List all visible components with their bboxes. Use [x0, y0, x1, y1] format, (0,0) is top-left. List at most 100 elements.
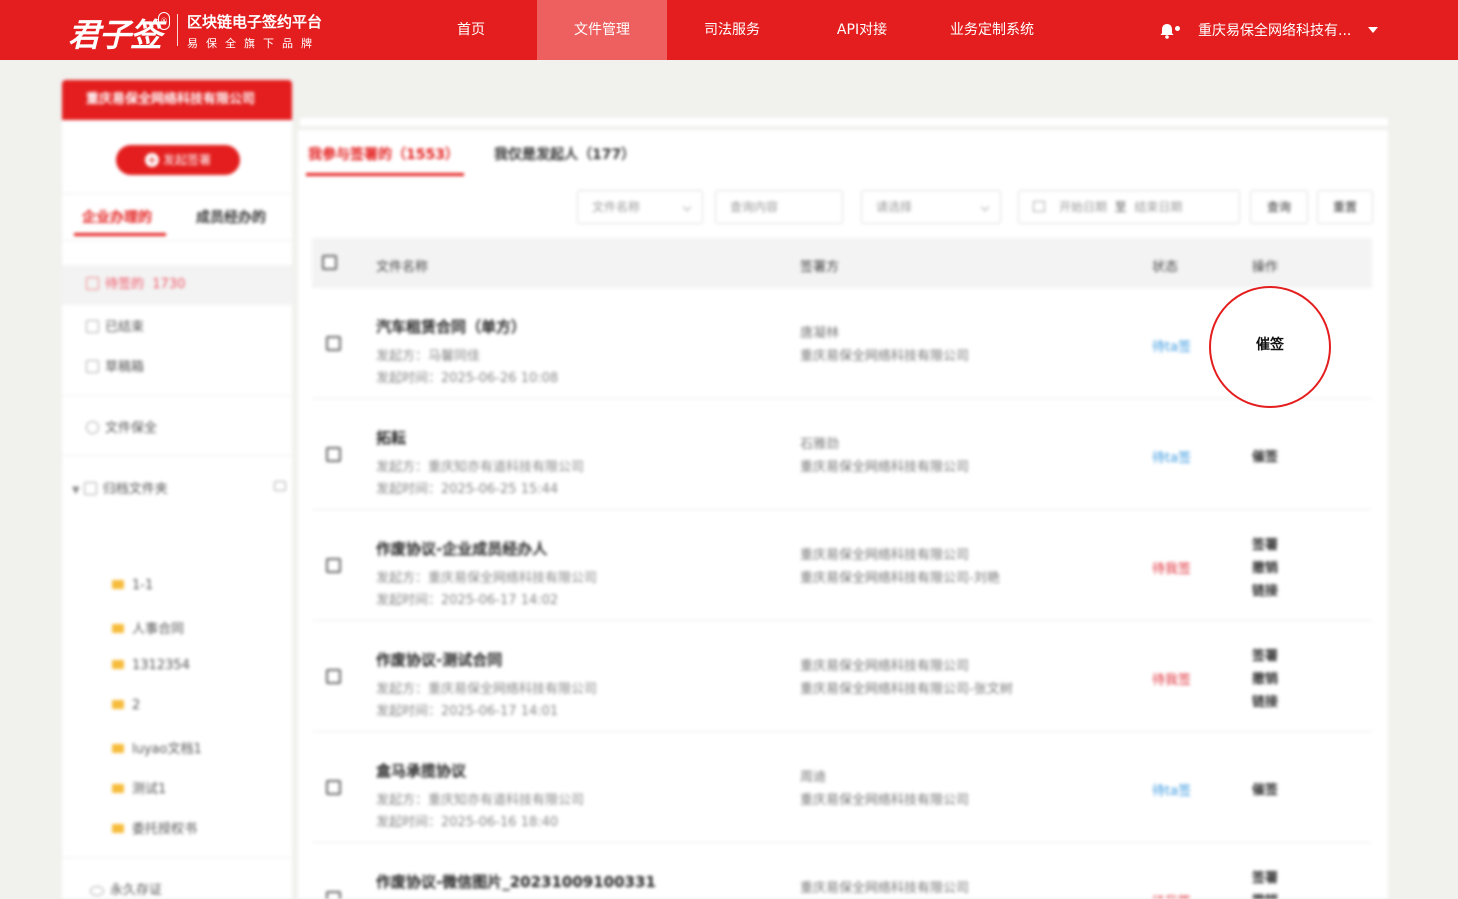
signer: 重庆易保全网络科技有限公司-张文树 — [800, 682, 1013, 697]
row-checkbox[interactable] — [326, 336, 341, 351]
folder-item[interactable]: 委托授权书 — [112, 818, 197, 837]
select-all-checkbox[interactable] — [322, 255, 337, 270]
folder-outline-icon — [83, 482, 97, 495]
folder-icon — [112, 624, 124, 633]
sign-button[interactable]: 签署 — [1252, 867, 1278, 886]
eye-icon — [90, 886, 104, 896]
row-checkbox[interactable] — [326, 669, 341, 684]
table-row[interactable]: 作废协议-企业成员经办人 发起方：重庆易保全网络科技有限公司 发起时间：2025… — [312, 510, 1372, 621]
document-title[interactable]: 汽车租赁合同（单方） — [376, 316, 526, 337]
revoke-button[interactable]: 撤销 — [1252, 890, 1278, 899]
table-row[interactable]: 拓耘 发起方：重庆知亦有道科技有限公司 发起时间：2025-06-25 15:4… — [312, 399, 1372, 510]
nav-judicial-services[interactable]: 司法服务 — [667, 0, 797, 60]
start-signing-button[interactable]: + 发起签署 — [116, 145, 240, 175]
document-title[interactable]: 作废协议-企业成员经办人 — [376, 538, 547, 559]
row-checkbox[interactable] — [326, 558, 341, 573]
highlighted-remind-sign-button[interactable]: 催签 — [1209, 334, 1331, 354]
sidebar-item-label: 草稿箱 — [105, 360, 145, 375]
signer: 重庆易保全网络科技有限公司 — [800, 349, 970, 364]
divider — [62, 193, 292, 194]
tab-participating[interactable]: 我参与签署的（1553） — [308, 144, 459, 164]
notification-bell-icon[interactable] — [1158, 22, 1176, 40]
time-line: 发起时间：2025-06-17 14:01 — [376, 700, 558, 719]
nav-home[interactable]: 首页 — [406, 0, 536, 60]
sidebar-item-file-preservation[interactable]: 文件保全 — [86, 417, 157, 436]
row-checkbox[interactable] — [326, 447, 341, 462]
divider — [62, 395, 292, 396]
document-title[interactable]: 盒马承揽协议 — [376, 760, 466, 781]
pending-count: 1730 — [152, 277, 186, 292]
sidebar-item-drafts[interactable]: 草稿箱 — [86, 356, 144, 375]
revoke-button[interactable]: 撤销 — [1252, 557, 1278, 576]
nav-file-management[interactable]: 文件管理 — [537, 0, 667, 60]
signer: 唐凝林 — [800, 326, 840, 341]
tab-initiator-only[interactable]: 我仅是发起人（177） — [494, 144, 635, 164]
signer: 重庆易保全网络科技有限公司 — [800, 881, 970, 896]
sidebar-item-archive[interactable]: ▼ 归档文件夹 — [72, 478, 168, 497]
folder-item[interactable]: 2 — [112, 698, 140, 713]
input-placeholder: 查询内容 — [730, 200, 779, 214]
active-tab-underline — [74, 233, 166, 236]
signer: 周迪 — [800, 770, 827, 785]
initiator-line: 发起方：重庆易保全网络科技有限公司 — [376, 567, 597, 586]
sign-button[interactable]: 签署 — [1252, 534, 1278, 553]
time-line: 发起时间：2025-06-17 14:02 — [376, 589, 558, 608]
initiator: 重庆易保全网络科技有限公司 — [428, 571, 598, 586]
remind-sign-button[interactable]: 催签 — [1252, 446, 1278, 465]
signer: 重庆易保全网络科技有限公司 — [800, 659, 970, 674]
folder-item[interactable]: 测试1 — [112, 778, 166, 797]
initiator-label: 发起方： — [376, 793, 429, 808]
link-button[interactable]: 链接 — [1252, 580, 1278, 599]
folder-item[interactable]: 1312354 — [112, 658, 190, 673]
select-value: 文件名称 — [592, 200, 641, 214]
folder-item[interactable]: 1-1 — [112, 578, 153, 593]
folder-item[interactable]: 人事合同 — [112, 618, 184, 637]
row-checkbox[interactable] — [326, 780, 341, 795]
tab-member-handled[interactable]: 成员经办的 — [196, 207, 266, 227]
folder-icon — [112, 700, 124, 709]
revoke-button[interactable]: 撤销 — [1252, 668, 1278, 687]
sign-button[interactable]: 签署 — [1252, 645, 1278, 664]
folder-item[interactable]: luyao文档1 — [112, 738, 202, 757]
shield-icon — [86, 421, 99, 434]
plus-icon: + — [144, 153, 159, 167]
initiator: 重庆知亦有道科技有限公司 — [428, 793, 585, 808]
status-select[interactable]: 请选择 — [861, 190, 1001, 224]
column-header: 签署方 — [800, 260, 840, 275]
signer: 重庆易保全网络科技有限公司 — [800, 548, 970, 563]
link-button[interactable]: 链接 — [1252, 691, 1278, 710]
table-row[interactable]: 作废协议-测试合同 发起方：重庆易保全网络科技有限公司 发起时间：2025-06… — [312, 621, 1372, 732]
initiator: 马馨同佳 — [428, 349, 481, 364]
sidebar-item-label: 文件保全 — [105, 421, 158, 436]
chevron-down-icon[interactable] — [1368, 27, 1378, 33]
document-title[interactable]: 作废协议-测试合同 — [376, 649, 502, 670]
page-content: 重庆易保全网络科技有限公司 + 发起签署 企业办理的 成员经办的 待签的 1730… — [0, 60, 1458, 899]
sidebar-item-finished[interactable]: 已结束 — [86, 316, 144, 335]
table-row[interactable]: 盒马承揽协议 发起方：重庆知亦有道科技有限公司 发起时间：2025-06-16 … — [312, 732, 1372, 843]
sidebar-item-permanent-evidence[interactable]: 永久存证 — [90, 879, 162, 898]
brand-logo[interactable]: 君子签 — [68, 10, 162, 56]
select-value: 请选择 — [876, 200, 913, 214]
remind-sign-button[interactable]: 催签 — [1252, 779, 1278, 798]
reset-button[interactable]: 重置 — [1317, 190, 1373, 224]
add-folder-icon[interactable] — [274, 481, 286, 491]
corp-tab[interactable]: 重庆易保全网络科技有限公司 — [62, 80, 292, 120]
initiated-time: 2025-06-26 10:08 — [441, 371, 559, 386]
tab-enterprise-handled[interactable]: 企业办理的 — [82, 207, 152, 227]
document-title[interactable]: 作废协议-微信图片_20231009100331 — [376, 871, 656, 892]
document-title[interactable]: 拓耘 — [376, 427, 406, 448]
initiator-label: 发起方： — [376, 571, 429, 586]
nav-business-custom[interactable]: 业务定制系统 — [927, 0, 1057, 60]
query-input[interactable]: 查询内容 — [715, 190, 843, 224]
row-checkbox[interactable] — [326, 891, 341, 899]
table-row[interactable]: 作废协议-微信图片_20231009100331 重庆易保全网络科技有限公司 待… — [312, 843, 1372, 899]
sidebar-item-pending[interactable]: 待签的 1730 — [62, 265, 292, 305]
doc-name-select[interactable]: 文件名称 — [577, 190, 703, 224]
start-date-placeholder: 开始日期 — [1059, 200, 1108, 214]
initiator-label: 发起方： — [376, 349, 429, 364]
account-company-name[interactable]: 重庆易保全网络科技有... — [1198, 20, 1351, 40]
time-line: 发起时间：2025-06-16 18:40 — [376, 811, 558, 830]
nav-api-integration[interactable]: API对接 — [797, 0, 927, 60]
date-range-picker[interactable]: 开始日期 至 结束日期 — [1018, 190, 1240, 224]
search-button[interactable]: 查询 — [1250, 190, 1308, 224]
